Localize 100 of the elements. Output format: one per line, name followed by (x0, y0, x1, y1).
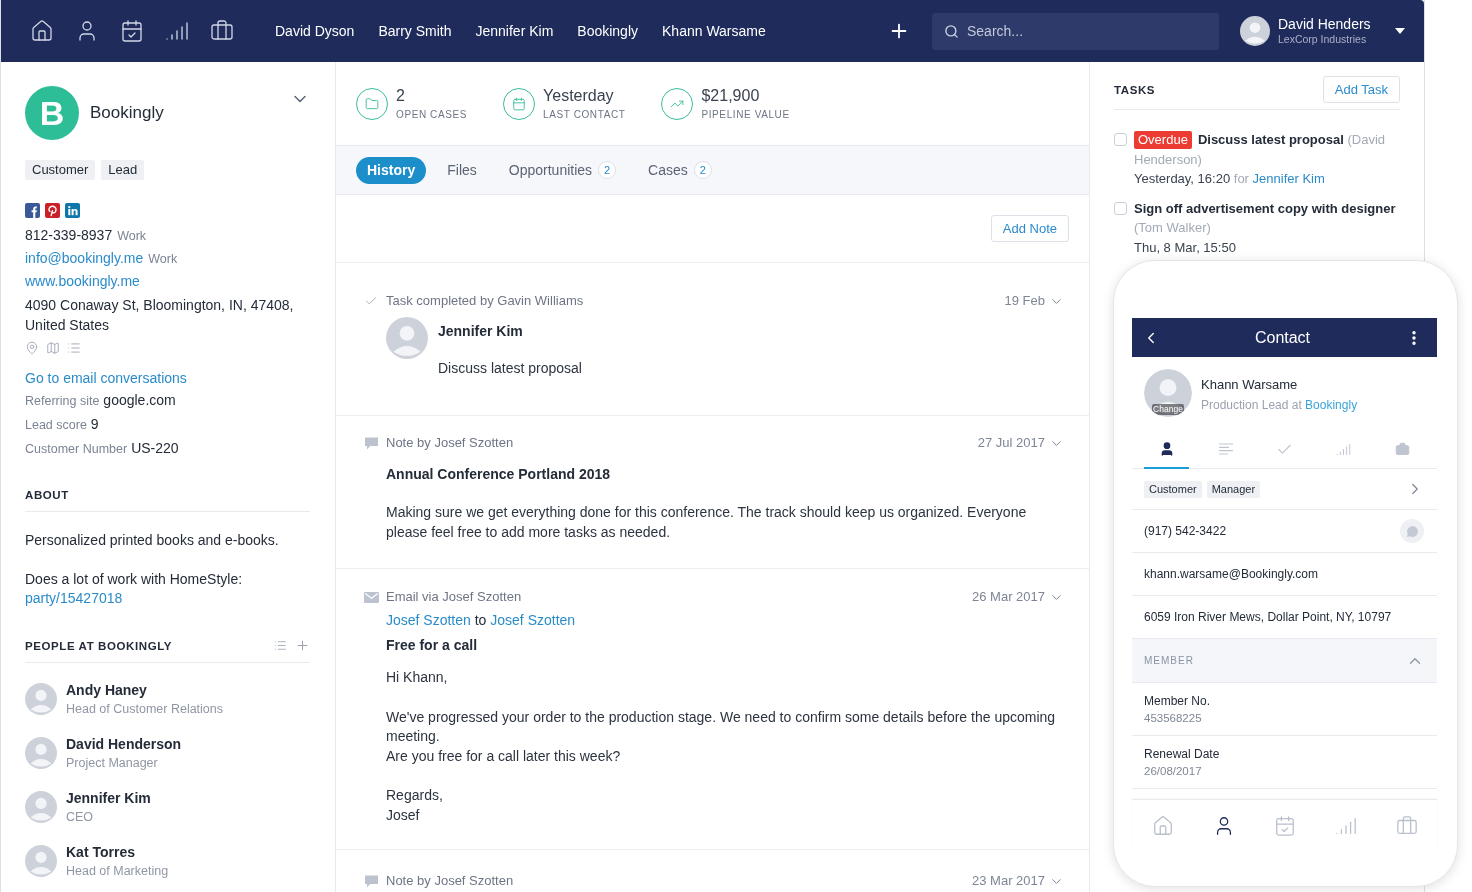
company-name: Bookingly (90, 103, 164, 123)
person-name[interactable]: Jennifer Kim (438, 321, 582, 341)
note-body: Making sure we get everything done for this conference. The track should keep us organized. Everyone please feel free to add more tasks as needed. (386, 503, 1028, 542)
contact-phone: (917) 542-3422 (1144, 524, 1227, 538)
text-lines-icon (1218, 443, 1233, 455)
field-label: Customer Number (25, 441, 128, 458)
task-checkbox[interactable] (1114, 133, 1127, 146)
stat-label: OPEN CASES (396, 107, 468, 122)
person-role: Project Manager (66, 754, 159, 772)
user-company: LexCorp Industries (1278, 33, 1368, 46)
home-icon[interactable] (30, 19, 54, 43)
section-heading: PEOPLE AT BOOKINGLY (25, 638, 173, 653)
person-avatar-icon (25, 737, 57, 769)
user-name[interactable]: David Henders (1278, 16, 1371, 33)
field-label: Renewal Date (1144, 746, 1221, 763)
field-label: Referring site (25, 393, 100, 410)
stat-label: LAST CONTACT (543, 107, 626, 122)
email-conversations-link[interactable]: Go to email conversations (25, 370, 187, 386)
facebook-icon[interactable] (25, 203, 40, 218)
field-value: US-220 (131, 439, 179, 458)
person-name[interactable]: Jennifer Kim (66, 788, 151, 808)
party-link[interactable]: party/15427018 (25, 590, 123, 606)
contact-link[interactable]: Jennifer Kim (1252, 171, 1325, 186)
contact-name: Khann Warsame (1201, 376, 1299, 394)
linkedin-icon[interactable] (65, 203, 80, 218)
stat-value: Yesterday (543, 85, 615, 106)
tab[interactable]: Cases 2 (637, 156, 723, 184)
list-icon[interactable] (274, 639, 287, 652)
calendar-check-icon[interactable] (120, 19, 144, 43)
about-text: Does a lot of work with HomeStyle: party/15427018 (25, 570, 244, 608)
tab[interactable]: History (356, 156, 427, 184)
bar-chart-icon (1336, 441, 1351, 457)
email-text: Are you free for a call later this week? (386, 746, 622, 766)
email-type-label: Work (148, 251, 178, 268)
entry-header: Email via Josef Szotten (386, 588, 522, 606)
field-label: Lead score (25, 417, 87, 434)
overdue-tag: Overdue (1134, 131, 1192, 149)
briefcase-icon[interactable] (210, 19, 234, 43)
caret-down-icon[interactable] (1395, 28, 1405, 34)
count-badge: 2 (693, 161, 712, 179)
tab[interactable]: Files (436, 156, 488, 184)
note-title: Annual Conference Portland 2018 (386, 465, 612, 484)
website-link[interactable]: www.bookingly.me (25, 270, 140, 292)
entry-date: 19 Feb (1004, 292, 1045, 310)
field-label: Member No. (1144, 693, 1212, 710)
field-value: google.com (103, 391, 176, 410)
person-name[interactable]: Andy Haney (66, 680, 224, 700)
entry-date: 23 Mar 2017 (972, 872, 1045, 890)
stat-label: PIPELINE VALUE (701, 107, 790, 122)
person-role: Head of Marketing (66, 862, 169, 880)
briefcase-icon (1395, 441, 1410, 457)
email-recipients: Josef Szotten to Josef Szotten (386, 611, 577, 630)
person-name[interactable]: Kat Torres (66, 842, 169, 862)
person-avatar-icon (25, 845, 57, 877)
calendar-check-icon[interactable] (1273, 814, 1296, 837)
pinterest-icon[interactable] (45, 203, 60, 218)
task-checkbox[interactable] (1114, 201, 1127, 215)
nav-link[interactable]: Barry Smith (378, 23, 452, 39)
speech-bubble-icon (364, 436, 379, 450)
envelope-icon (364, 591, 379, 603)
email-link[interactable]: info@bookingly.me (25, 247, 144, 269)
company-tag: Customer (25, 160, 96, 180)
entry-header: Note by Josef Szotten (386, 872, 514, 890)
contact-role: Production Lead at Bookingly (1201, 397, 1358, 414)
contact-tag: Customer (1144, 480, 1202, 498)
map-icon[interactable] (46, 341, 60, 355)
stat-value: $21,900 (701, 85, 761, 106)
contact-tag: Manager (1206, 480, 1261, 498)
field-value: 9 (90, 415, 99, 434)
about-text: Personalized printed books and e-books. (25, 531, 280, 550)
nav-link[interactable]: David Dyson (275, 23, 355, 39)
change-photo-label[interactable]: Change (1152, 404, 1184, 415)
email-text: We've progressed your order to the production stage. We need to confirm some details before the upcoming meeting. (386, 707, 1057, 746)
task-title[interactable]: Sign off advertisement copy with designer (Tom Walker) (1134, 198, 1400, 238)
map-pin-icon[interactable] (25, 341, 39, 355)
person-avatar-icon (25, 791, 57, 823)
list-icon[interactable] (67, 341, 81, 355)
search-field[interactable]: Search... (932, 12, 1219, 50)
stat-value: 2 (396, 85, 406, 106)
user-avatar-icon (1240, 16, 1270, 46)
add-task-button[interactable]: Add Task (1322, 76, 1400, 103)
nav-link[interactable]: Khann Warsame (662, 23, 766, 39)
sender-link[interactable]: Josef Szotten (386, 612, 471, 628)
email-text: Josef (386, 805, 421, 825)
add-note-button[interactable]: Add Note (990, 215, 1069, 242)
contact-address: 6059 Iron River Mews, Dollar Point, NY, 10797 (1144, 610, 1392, 624)
email-subject: Free for a call (386, 636, 479, 655)
nav-link[interactable]: Bookingly (577, 23, 638, 39)
recipient-link[interactable]: Josef Szotten (490, 612, 576, 628)
company-link[interactable]: Bookingly (1305, 398, 1358, 412)
entry-date: 27 Jul 2017 (977, 434, 1045, 452)
nav-link[interactable]: Jennifer Kim (475, 23, 554, 39)
section-heading: ABOUT (25, 488, 69, 502)
person-name[interactable]: David Henderson (66, 734, 182, 754)
task-title[interactable]: Overdue Discuss latest proposal (David Henderson) (1134, 130, 1400, 169)
chat-bubble-icon[interactable] (1400, 519, 1424, 543)
mobile-title: Contact (1253, 328, 1312, 347)
tab[interactable]: Opportunities 2 (497, 156, 628, 184)
person-avatar-icon (386, 317, 428, 359)
company-initial-logo: B (25, 86, 79, 140)
